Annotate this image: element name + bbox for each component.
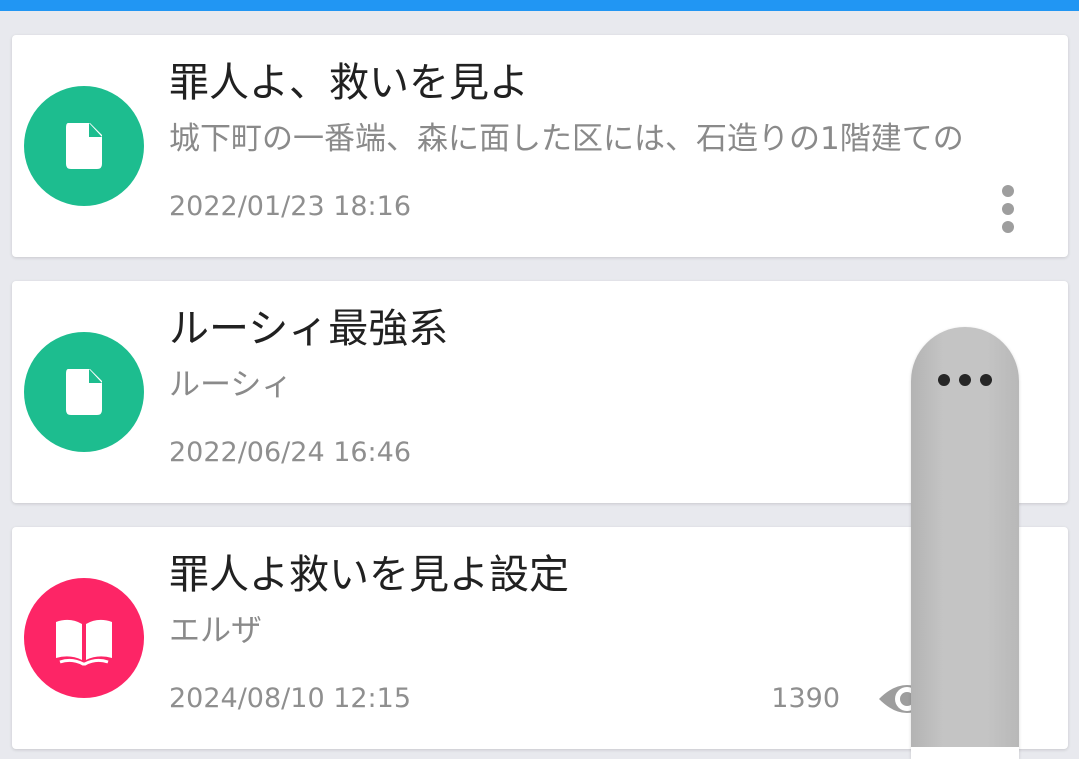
item-date: 2024/08/10 12:15 bbox=[169, 683, 412, 714]
document-avatar bbox=[24, 86, 144, 206]
document-icon bbox=[66, 369, 102, 415]
item-title: 罪人よ、救いを見よ bbox=[169, 60, 529, 106]
list-item[interactable]: ルーシィ最強系 ルーシィ 2022/06/24 16:46 bbox=[12, 281, 1068, 503]
document-avatar bbox=[24, 332, 144, 452]
view-count: 1390 bbox=[771, 683, 840, 714]
scroll-handle-base bbox=[911, 747, 1019, 759]
book-icon bbox=[56, 619, 112, 666]
list-item[interactable]: 罪人よ救いを見よ設定 エルザ 2024/08/10 12:15 1390 bbox=[12, 527, 1068, 749]
list-item[interactable]: 罪人よ、救いを見よ 城下町の一番端、森に面した区には、石造りの1階建ての 202… bbox=[12, 35, 1068, 257]
item-title: ルーシィ最強系 bbox=[169, 306, 449, 352]
item-date: 2022/01/23 18:16 bbox=[169, 191, 412, 222]
item-title: 罪人よ救いを見よ設定 bbox=[169, 552, 569, 598]
more-vert-icon[interactable] bbox=[994, 179, 1022, 239]
item-subtitle: 城下町の一番端、森に面した区には、石造りの1階建ての bbox=[169, 121, 964, 157]
more-horiz-icon bbox=[936, 373, 994, 387]
document-icon bbox=[66, 123, 102, 169]
fast-scroll-handle[interactable] bbox=[911, 327, 1019, 759]
top-app-bar-edge bbox=[0, 0, 1079, 11]
book-avatar bbox=[24, 578, 144, 698]
item-date: 2022/06/24 16:46 bbox=[169, 437, 412, 468]
